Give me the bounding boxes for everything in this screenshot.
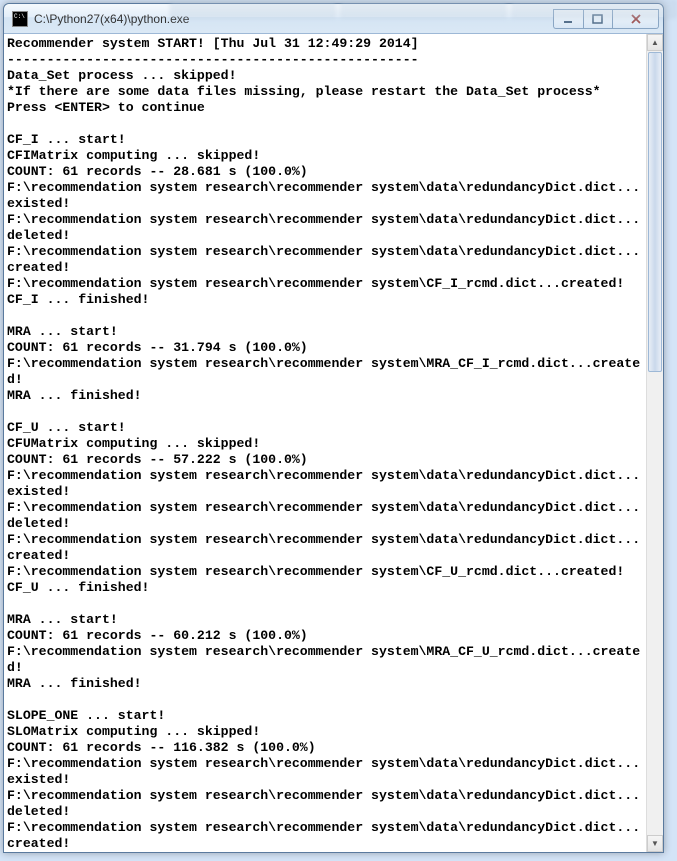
- close-button[interactable]: [613, 9, 659, 29]
- titlebar[interactable]: C:\Python27(x64)\python.exe: [4, 4, 663, 34]
- vertical-scrollbar[interactable]: ▲ ▼: [646, 34, 663, 852]
- window-controls: [553, 9, 659, 29]
- console-window: C:\Python27(x64)\python.exe Recommender …: [3, 3, 664, 853]
- scroll-down-button[interactable]: ▼: [647, 835, 663, 852]
- console-output[interactable]: Recommender system START! [Thu Jul 31 12…: [4, 34, 646, 852]
- window-title: C:\Python27(x64)\python.exe: [34, 12, 553, 26]
- maximize-button[interactable]: [583, 9, 613, 29]
- scroll-up-button[interactable]: ▲: [647, 34, 663, 51]
- app-icon: [12, 11, 28, 27]
- scroll-thumb[interactable]: [648, 52, 662, 372]
- console-area: Recommender system START! [Thu Jul 31 12…: [4, 34, 663, 852]
- minimize-button[interactable]: [553, 9, 583, 29]
